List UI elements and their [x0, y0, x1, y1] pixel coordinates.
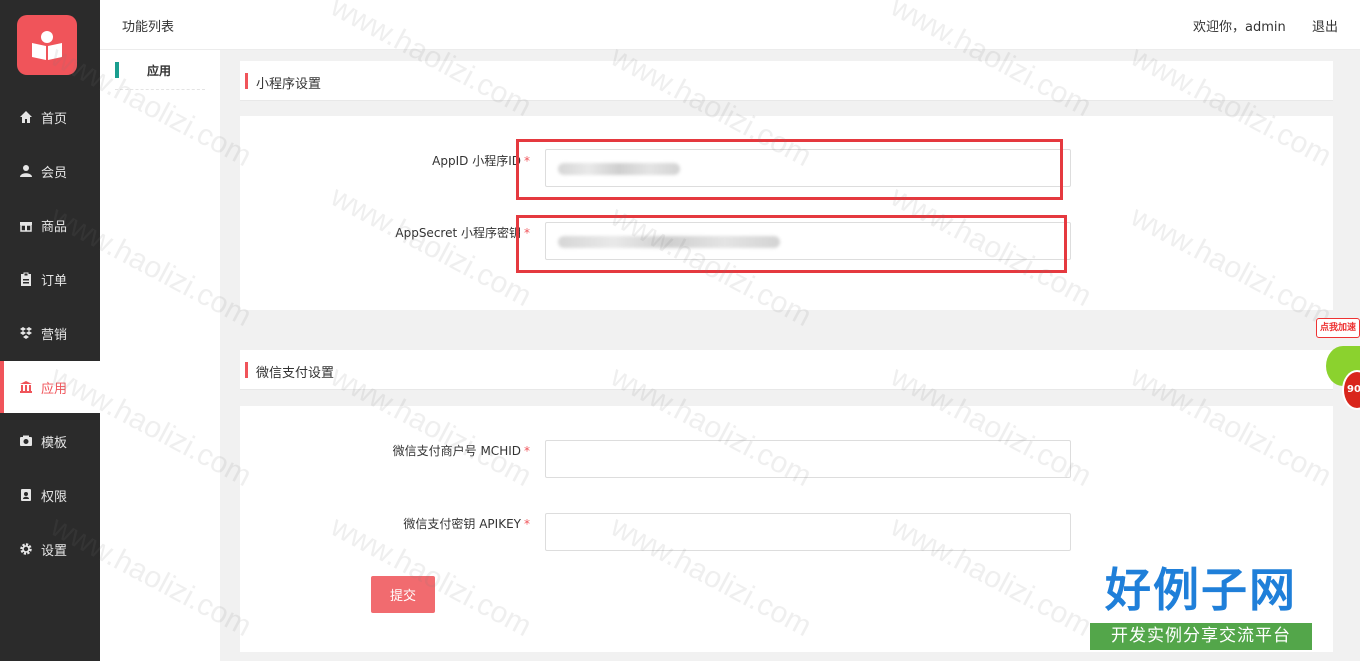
dropbox-icon	[18, 325, 34, 341]
apikey-input[interactable]	[545, 513, 1071, 551]
section-title: 小程序设置	[256, 77, 322, 92]
brand-slogan: 开发实例分享交流平台	[1090, 623, 1312, 650]
speed-boost-tag: 点我加速	[1316, 318, 1360, 338]
sidebar-item-templates[interactable]: 模板	[0, 415, 100, 467]
sidebar-item-permissions[interactable]: 权限	[0, 469, 100, 521]
mchid-input[interactable]	[545, 440, 1071, 478]
mchid-label: 微信支付商户号 MCHID *	[392, 444, 530, 458]
brand-logo: 好例子网 开发实例分享交流平台	[1090, 562, 1312, 652]
sidebar-item-products[interactable]: 商品	[0, 199, 100, 251]
speed-value-badge: 90	[1342, 370, 1360, 410]
sidebar-item-label: 营销	[41, 327, 68, 343]
bank-icon	[18, 379, 34, 395]
apikey-label: 微信支付密钥 APIKEY *	[403, 517, 530, 531]
top-header: 功能列表 欢迎你，admin 退出	[100, 0, 1360, 50]
subnav-item-apps[interactable]: 应用	[115, 62, 205, 90]
sidebar-item-members[interactable]: 会员	[0, 145, 100, 197]
user-icon	[18, 163, 34, 179]
section-marker	[245, 362, 248, 378]
sub-nav: 应用	[100, 50, 220, 661]
clipboard-icon	[18, 271, 34, 287]
sidebar-item-label: 模板	[41, 435, 68, 451]
sidebar-item-apps[interactable]: 应用	[0, 361, 100, 413]
sidebar-item-settings[interactable]: 设置	[0, 523, 100, 575]
highlight-box-appid	[516, 139, 1063, 200]
sidebar-item-orders[interactable]: 订单	[0, 253, 100, 305]
sidebar-item-label: 应用	[41, 381, 68, 397]
sidebar: 首页 会员 商品 订单 营销 应用 模板 权限 设置	[0, 0, 100, 661]
home-icon	[18, 109, 34, 125]
sidebar-item-label: 首页	[41, 111, 68, 127]
section-title: 微信支付设置	[256, 366, 335, 381]
sidebar-item-marketing[interactable]: 营销	[0, 307, 100, 359]
camera-icon	[18, 433, 34, 449]
sidebar-item-label: 商品	[41, 219, 68, 235]
gear-icon	[18, 541, 34, 557]
logout-link[interactable]: 退出	[1312, 16, 1338, 35]
page-title: 功能列表	[122, 20, 175, 35]
welcome-text: 欢迎你，admin	[1193, 20, 1286, 35]
active-indicator	[115, 62, 119, 78]
sidebar-item-label: 权限	[41, 489, 68, 505]
sidebar-item-label: 会员	[41, 165, 68, 181]
gift-icon	[18, 217, 34, 233]
highlight-box-appsecret	[516, 215, 1067, 273]
sidebar-item-home[interactable]: 首页	[0, 91, 100, 143]
section-marker	[245, 73, 248, 89]
sidebar-item-label: 设置	[41, 543, 68, 559]
sidebar-item-label: 订单	[41, 273, 68, 289]
section-header-wxpay: 微信支付设置	[240, 350, 1333, 390]
app-logo[interactable]	[17, 15, 77, 75]
subnav-item-label: 应用	[147, 64, 172, 78]
speed-boost-widget[interactable]: 点我加速 90	[1312, 318, 1360, 418]
appid-label: AppID 小程序ID *	[432, 154, 530, 168]
badge-icon	[18, 487, 34, 503]
book-logo-icon	[32, 31, 62, 60]
submit-button[interactable]: 提交	[371, 576, 435, 613]
section-header-miniprogram: 小程序设置	[240, 61, 1333, 101]
appsecret-label: AppSecret 小程序密钥 *	[395, 226, 530, 240]
brand-name: 好例子网	[1105, 563, 1297, 617]
